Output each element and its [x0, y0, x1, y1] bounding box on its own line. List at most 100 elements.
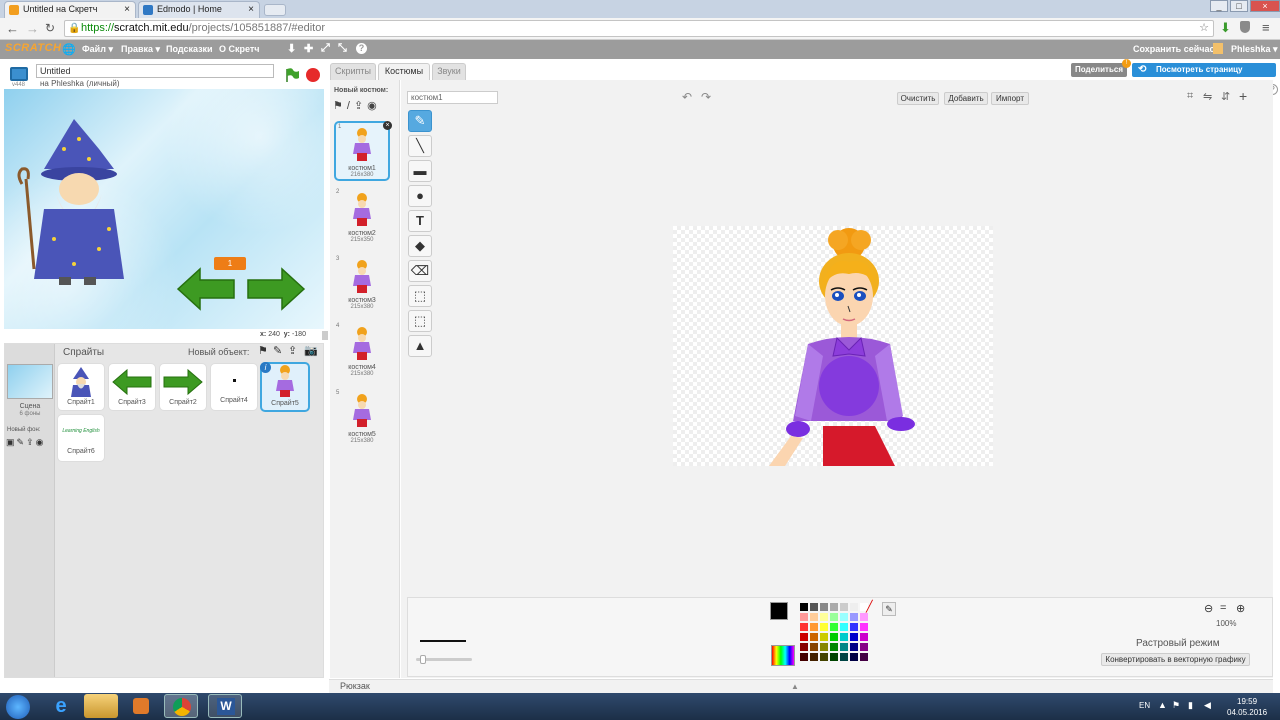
chrome-menu-icon[interactable]: ≡: [1262, 20, 1270, 35]
palette-swatch[interactable]: [800, 633, 808, 641]
stage[interactable]: 1: [4, 89, 324, 329]
backpack-bar[interactable]: Рюкзак ▲: [329, 679, 1273, 693]
chrome-taskbar-icon[interactable]: [164, 694, 198, 718]
language-indicator[interactable]: EN: [1139, 701, 1150, 710]
clock-date[interactable]: 04.05.2016: [1227, 708, 1267, 717]
forward-arrow-icon[interactable]: →: [26, 21, 39, 36]
palette-swatch[interactable]: [820, 643, 828, 651]
shield-extension-icon[interactable]: [1240, 21, 1250, 33]
palette-swatch[interactable]: [850, 633, 858, 641]
no-color-icon[interactable]: ╱: [866, 600, 873, 613]
flip-vertical-icon[interactable]: ⇵: [1221, 90, 1230, 103]
stop-icon[interactable]: [306, 68, 320, 82]
palette-swatch[interactable]: [810, 603, 818, 611]
arrow-left-sprite[interactable]: [176, 267, 236, 311]
internet-explorer-icon[interactable]: e: [44, 694, 78, 718]
browser-tab-edmodo[interactable]: Edmodo | Home ×: [138, 1, 260, 18]
magic-select-tool-icon[interactable]: ⬚: [408, 310, 432, 332]
palette-swatch[interactable]: [840, 633, 848, 641]
costume-library-icon[interactable]: ⚑: [333, 100, 347, 112]
grow-tool-icon[interactable]: ⤢: [321, 42, 330, 55]
paint-backdrop-icon[interactable]: ✎: [17, 437, 27, 447]
crop-icon[interactable]: ⌗: [1187, 90, 1193, 103]
media-player-icon[interactable]: [124, 694, 158, 718]
globe-language-icon[interactable]: 🌐: [62, 43, 76, 56]
shrink-tool-icon[interactable]: ⤡: [338, 42, 347, 55]
address-bar[interactable]: 🔒 https://scratch.mit.edu/projects/10585…: [64, 20, 1214, 37]
save-now-link[interactable]: Сохранить сейчас: [1133, 44, 1214, 54]
palette-swatch[interactable]: [810, 633, 818, 641]
palette-swatch[interactable]: [830, 633, 838, 641]
palette-swatch[interactable]: [850, 643, 858, 651]
palette-swatch[interactable]: [840, 643, 848, 651]
clock-time[interactable]: 19:59: [1237, 697, 1257, 706]
palette-swatch[interactable]: [860, 633, 868, 641]
palette-swatch[interactable]: [800, 643, 808, 651]
costume-item[interactable]: 2 костюм2 215x350: [334, 188, 390, 248]
menu-tips[interactable]: Подсказки: [166, 44, 213, 54]
convert-to-vector-button[interactable]: Конвертировать в векторную графику: [1101, 653, 1250, 666]
costume-item[interactable]: 3 костюм3 215x380: [334, 255, 390, 315]
tab-sounds[interactable]: Звуки: [432, 63, 466, 80]
palette-swatch[interactable]: [860, 613, 868, 621]
eraser-tool-icon[interactable]: ⌫: [408, 260, 432, 282]
paint-sprite-icon[interactable]: ✎: [273, 344, 282, 357]
palette-swatch[interactable]: [830, 613, 838, 621]
sprite-thumb[interactable]: Спрайт3: [108, 363, 156, 411]
scratch-logo[interactable]: SCRATCH: [5, 42, 61, 54]
tab-costumes[interactable]: Костюмы: [378, 63, 430, 80]
choose-sprite-icon[interactable]: ⚑: [258, 344, 268, 357]
palette-swatch[interactable]: [810, 623, 818, 631]
start-button[interactable]: [6, 695, 30, 719]
palette-swatch[interactable]: [830, 643, 838, 651]
undo-icon[interactable]: ↶: [682, 90, 692, 104]
costume-name-input[interactable]: костюм1: [407, 91, 498, 104]
palette-swatch[interactable]: [810, 613, 818, 621]
browser-tab-scratch[interactable]: Untitled на Скретч ×: [4, 1, 136, 18]
palette-swatch[interactable]: [840, 653, 848, 661]
eyedropper-icon[interactable]: ✎: [882, 602, 896, 616]
sprite-thumb[interactable]: Спрайт1: [57, 363, 105, 411]
sprite-thumb[interactable]: Спрайт2: [159, 363, 207, 411]
brush-size-slider[interactable]: [416, 655, 472, 664]
palette-swatch[interactable]: [850, 623, 858, 631]
select-tool-icon[interactable]: ⬚: [408, 285, 432, 307]
tray-arrow-icon[interactable]: ▲: [1158, 700, 1167, 710]
palette-swatch[interactable]: [820, 603, 828, 611]
new-tab-button[interactable]: [264, 4, 286, 16]
expand-backpack-icon[interactable]: ▲: [791, 680, 799, 693]
menu-file[interactable]: Файл ▾: [82, 44, 113, 55]
upload-backdrop-icon[interactable]: ⇪: [26, 437, 36, 447]
palette-swatch[interactable]: [830, 653, 838, 661]
close-tab-icon[interactable]: ×: [124, 2, 130, 17]
minimize-button[interactable]: _: [1210, 0, 1228, 12]
flag-icon[interactable]: ⚑: [1172, 700, 1180, 711]
camera-backdrop-icon[interactable]: ◉: [36, 437, 46, 447]
palette-swatch[interactable]: [800, 653, 808, 661]
zoom-in-icon[interactable]: ⊕: [1236, 602, 1245, 615]
palette-swatch[interactable]: [810, 643, 818, 651]
sprite-thumb[interactable]: Learning English Спрайт6: [57, 414, 105, 462]
set-center-icon[interactable]: +: [1239, 88, 1247, 104]
palette-swatch[interactable]: [820, 613, 828, 621]
palette-swatch[interactable]: [820, 653, 828, 661]
palette-swatch[interactable]: [830, 603, 838, 611]
paint-costume-icon[interactable]: /: [347, 100, 354, 112]
palette-swatch[interactable]: [800, 603, 808, 611]
delete-costume-icon[interactable]: ×: [383, 121, 392, 130]
scene-thumbnail[interactable]: [7, 364, 53, 399]
network-icon[interactable]: ▮: [1188, 700, 1193, 711]
stamp-tool-icon[interactable]: ▲: [408, 335, 432, 357]
user-avatar[interactable]: [1213, 43, 1223, 54]
ellipse-tool-icon[interactable]: ●: [408, 185, 432, 207]
paint-canvas[interactable]: [673, 226, 993, 466]
add-button[interactable]: Добавить: [944, 92, 988, 105]
brush-tool-icon[interactable]: ✎: [408, 110, 432, 132]
rectangle-tool-icon[interactable]: ▬: [408, 160, 432, 182]
palette-swatch[interactable]: [860, 623, 868, 631]
sprite-thumb-selected[interactable]: i Спрайт5: [260, 362, 310, 412]
menu-edit[interactable]: Правка ▾: [121, 44, 160, 55]
close-window-button[interactable]: ×: [1250, 0, 1280, 12]
duplicate-tool-icon[interactable]: ⬇: [287, 42, 296, 55]
camera-sprite-icon[interactable]: 📷: [304, 344, 318, 357]
